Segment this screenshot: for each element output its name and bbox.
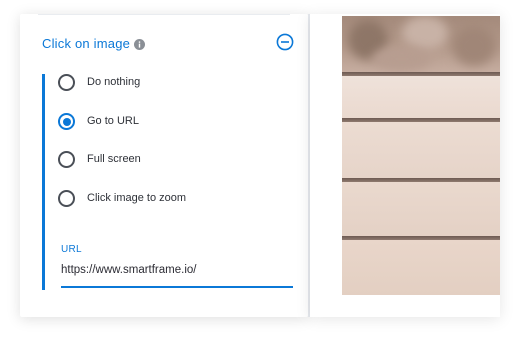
- bench-plank: [342, 76, 500, 118]
- options-accent-bar: [42, 74, 45, 290]
- option-go-to-url[interactable]: Go to URL: [58, 110, 288, 134]
- photo-background: [342, 16, 500, 72]
- option-full-screen[interactable]: Full screen: [58, 148, 288, 172]
- radio-checked-icon[interactable]: [58, 113, 75, 130]
- minus-circle-icon[interactable]: [276, 33, 294, 51]
- option-do-nothing[interactable]: Do nothing: [58, 71, 288, 95]
- option-label: Click image to zoom: [87, 192, 187, 204]
- option-label: Full screen: [87, 153, 141, 165]
- image-preview[interactable]: [342, 16, 500, 295]
- radio-unchecked-icon[interactable]: [58, 190, 75, 207]
- url-input[interactable]: [61, 260, 293, 286]
- option-label: Do nothing: [87, 76, 141, 88]
- panel-top-divider: [38, 14, 290, 15]
- click-on-image-header[interactable]: Click on image: [42, 30, 294, 56]
- bench-plank: [342, 122, 500, 178]
- radio-unchecked-icon[interactable]: [58, 151, 75, 168]
- url-input-underline: [61, 286, 293, 288]
- bench-plank: [342, 182, 500, 236]
- radio-unchecked-icon[interactable]: [58, 74, 75, 91]
- url-field-label: URL: [61, 244, 82, 255]
- option-click-image-to-zoom[interactable]: Click image to zoom: [58, 187, 288, 211]
- section-title: Click on image: [42, 36, 131, 51]
- bench-plank: [342, 240, 500, 295]
- option-label: Go to URL: [87, 115, 139, 127]
- info-icon[interactable]: [134, 37, 145, 50]
